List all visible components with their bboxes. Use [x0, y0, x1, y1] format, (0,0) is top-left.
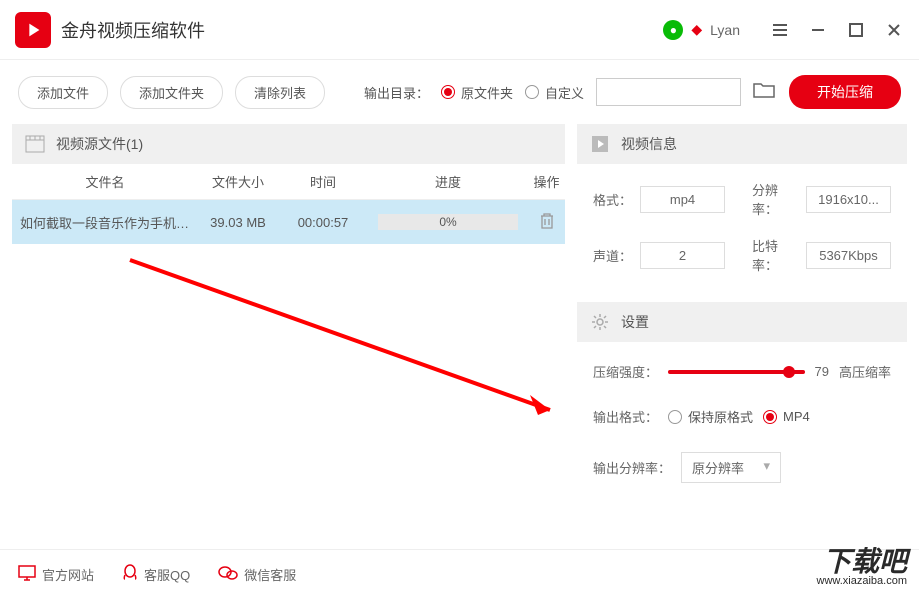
radio-source-folder[interactable]: [441, 85, 455, 99]
info-header: 视频信息: [577, 124, 907, 164]
strength-desc: 高压缩率: [839, 362, 891, 381]
radio-custom-label: 自定义: [545, 83, 584, 102]
radio-source-label: 原文件夹: [461, 83, 513, 102]
qq-icon: [122, 564, 138, 585]
file-time: 00:00:57: [278, 215, 368, 230]
settings-header: 设置: [577, 302, 907, 342]
strength-label: 压缩强度：: [593, 362, 658, 381]
resolution-label: 分辨率：: [752, 180, 798, 218]
maximize-button[interactable]: [846, 20, 866, 40]
col-progress: 进度: [368, 172, 528, 191]
menu-button[interactable]: [770, 20, 790, 40]
file-size: 39.03 MB: [198, 215, 278, 230]
radio-mp4-format[interactable]: [763, 410, 777, 424]
close-button[interactable]: [884, 20, 904, 40]
ruby-icon: ◆: [691, 21, 702, 38]
format-label: 格式：: [593, 190, 632, 209]
resolution-select[interactable]: 原分辨率: [681, 452, 781, 483]
col-time: 时间: [278, 172, 368, 191]
website-link[interactable]: 官方网站: [18, 565, 94, 584]
format-value: mp4: [640, 186, 725, 213]
clear-list-button[interactable]: 清除列表: [235, 76, 325, 109]
delete-icon[interactable]: [528, 212, 565, 233]
bitrate-value: 5367Kbps: [806, 242, 891, 269]
bitrate-label: 比特率：: [752, 236, 798, 274]
strength-value: 79: [815, 364, 829, 379]
output-path-input[interactable]: [596, 78, 741, 106]
add-file-button[interactable]: 添加文件: [18, 76, 108, 109]
resolution-value: 1916x10...: [806, 186, 891, 213]
monitor-icon: [18, 565, 36, 584]
minimize-button[interactable]: [808, 20, 828, 40]
wechat-link[interactable]: 微信客服: [218, 565, 296, 584]
radio-keep-format[interactable]: [668, 410, 682, 424]
channel-label: 声道：: [593, 246, 632, 265]
output-resolution-label: 输出分辨率：: [593, 458, 671, 477]
gear-icon: [589, 311, 611, 333]
output-format-label: 输出格式：: [593, 407, 658, 426]
strength-slider[interactable]: [668, 370, 805, 374]
wechat-icon: ●: [663, 20, 683, 40]
col-size: 文件大小: [198, 172, 278, 191]
username: Lyan: [710, 22, 740, 38]
col-action: 操作: [528, 172, 565, 191]
table-row[interactable]: 如何截取一段音乐作为手机铃声... 39.03 MB 00:00:57 0%: [12, 200, 565, 244]
file-progress: 0%: [368, 214, 528, 230]
play-square-icon: [589, 133, 611, 155]
radio-custom-folder[interactable]: [525, 85, 539, 99]
col-name: 文件名: [12, 172, 198, 191]
watermark: 下载吧 www.xiazaiba.com: [817, 548, 907, 587]
browse-folder-icon[interactable]: [753, 81, 777, 104]
qq-link[interactable]: 客服QQ: [122, 564, 190, 585]
add-folder-button[interactable]: 添加文件夹: [120, 76, 223, 109]
channel-value: 2: [640, 242, 725, 269]
info-title: 视频信息: [621, 134, 677, 154]
settings-title: 设置: [621, 312, 649, 332]
wechat-support-icon: [218, 565, 238, 584]
film-icon: [24, 133, 46, 155]
filelist-header: 视频源文件(1): [12, 124, 565, 164]
app-title: 金舟视频压缩软件: [61, 17, 663, 43]
output-label: 输出目录：: [364, 83, 429, 102]
file-name: 如何截取一段音乐作为手机铃声...: [12, 213, 198, 232]
start-compress-button[interactable]: 开始压缩: [789, 75, 901, 109]
app-logo: [15, 12, 51, 48]
filelist-title: 视频源文件(1): [56, 134, 143, 154]
